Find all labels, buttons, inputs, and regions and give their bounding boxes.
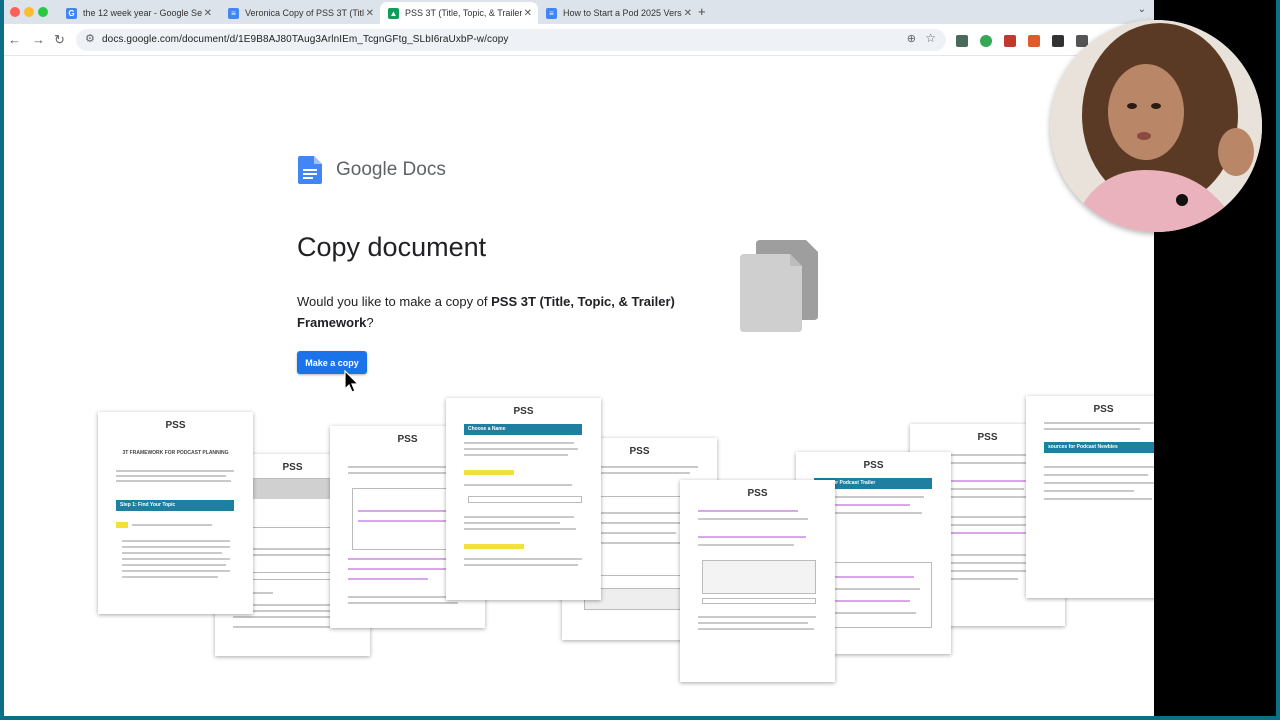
url-field[interactable]: ⚙ docs.google.com/document/d/1E9B8AJ80TA… xyxy=(76,29,946,51)
extension-icon[interactable] xyxy=(956,35,968,47)
pss-logo: PSS xyxy=(863,460,884,471)
minimize-window-button[interactable] xyxy=(24,7,34,17)
close-tab-icon[interactable]: ✕ xyxy=(524,8,532,19)
page-heading: 3T FRAMEWORK FOR PODCAST PLANNING xyxy=(122,450,229,456)
tab-title: PSS 3T (Title, Topic, & Trailer xyxy=(405,8,523,18)
extension-icon[interactable] xyxy=(1004,35,1016,47)
tab-veronica-copy[interactable]: ≡ Veronica Copy of PSS 3T (Titl ✕ xyxy=(220,2,380,24)
pss-logo: PSS xyxy=(513,406,534,417)
tab-bar: G the 12 week year - Google Se ✕ ≡ Veron… xyxy=(4,0,1154,24)
google-icon: G xyxy=(66,7,77,19)
tab-how-to-start-pod[interactable]: ≡ How to Start a Pod 2025 Vers ✕ xyxy=(538,2,698,24)
presenter-video xyxy=(1050,20,1262,232)
section-header: sources for Podcast Newbies xyxy=(1044,442,1154,453)
page-title: Copy document xyxy=(297,232,487,262)
tab-title: How to Start a Pod 2025 Vers xyxy=(563,8,682,18)
tab-title: the 12 week year - Google Se xyxy=(83,8,203,18)
back-icon[interactable]: ← xyxy=(8,32,21,47)
document-page-thumbnail: PSS xyxy=(680,480,835,682)
site-info-icon[interactable]: ⚙ xyxy=(85,32,95,45)
section-header: Step 1: Find Your Topic xyxy=(116,500,234,511)
tab-pss-3t[interactable]: ▲ PSS 3T (Title, Topic, & Trailer ✕ xyxy=(380,2,538,24)
close-tab-icon[interactable]: ✕ xyxy=(684,8,692,19)
docs-icon: ≡ xyxy=(546,7,557,19)
browser-window: G the 12 week year - Google Se ✕ ≡ Veron… xyxy=(4,0,1154,716)
zoom-icon[interactable]: ⊕ xyxy=(907,32,916,45)
url-text: docs.google.com/document/d/1E9B8AJ80TAug… xyxy=(102,34,509,45)
document-page-thumbnail: PSS 3T FRAMEWORK FOR PODCAST PLANNING St… xyxy=(98,412,253,614)
pss-logo: PSS xyxy=(1093,404,1114,415)
pss-logo: PSS xyxy=(747,488,768,499)
pss-logo: PSS xyxy=(165,420,186,431)
reload-icon[interactable]: ↻ xyxy=(54,32,65,48)
extension-icon[interactable] xyxy=(1028,35,1040,47)
prompt-suffix: ? xyxy=(366,315,374,330)
document-page-thumbnail: PSS Choose a Name xyxy=(446,398,601,600)
google-docs-logo xyxy=(298,156,322,184)
section-header: Choose a Name xyxy=(464,424,582,435)
tab-google-search[interactable]: G the 12 week year - Google Se ✕ xyxy=(58,2,218,24)
document-page-thumbnail: PSS sources for Podcast Newbies xyxy=(1026,396,1154,598)
tab-title: Veronica Copy of PSS 3T (Titl xyxy=(245,8,365,18)
drive-icon: ▲ xyxy=(388,7,399,19)
copy-prompt: Would you like to make a copy of PSS 3T … xyxy=(297,291,677,333)
bookmark-star-icon[interactable]: ☆ xyxy=(925,31,936,45)
new-tab-icon[interactable]: + xyxy=(698,4,706,19)
close-tab-icon[interactable]: ✕ xyxy=(366,8,374,19)
extension-icon[interactable] xyxy=(980,35,992,47)
docs-icon: ≡ xyxy=(228,7,239,19)
screen-frame: G the 12 week year - Google Se ✕ ≡ Veron… xyxy=(4,0,1276,716)
prompt-prefix: Would you like to make a copy of xyxy=(297,294,492,309)
mouse-cursor-icon xyxy=(344,370,360,393)
maximize-window-button[interactable] xyxy=(38,7,48,17)
tab-search-icon[interactable]: ⌄ xyxy=(1138,4,1146,15)
forward-icon[interactable]: → xyxy=(32,32,45,47)
close-tab-icon[interactable]: ✕ xyxy=(204,8,212,19)
brand-name: Google Docs xyxy=(336,159,446,180)
webcam-overlay xyxy=(1050,20,1262,232)
document-copy-icon xyxy=(740,240,818,332)
close-window-button[interactable] xyxy=(10,7,20,17)
apps-grid-icon[interactable] xyxy=(1052,35,1064,47)
